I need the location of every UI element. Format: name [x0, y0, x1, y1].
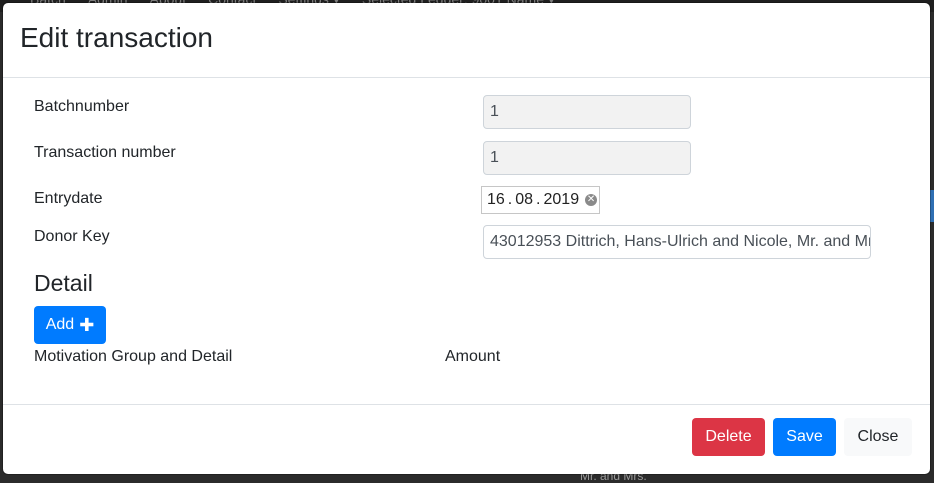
save-button-label: Save: [786, 428, 823, 445]
close-button-label: Close: [857, 428, 899, 445]
modal-title: Edit transaction: [20, 22, 213, 53]
detail-heading: Detail: [34, 270, 93, 296]
date-separator: .: [507, 191, 513, 208]
donor-key-value: 43012953 Dittrich, Hans-Ulrich and Nicol…: [490, 233, 871, 250]
clear-icon[interactable]: ✕: [585, 194, 598, 206]
column-header-amount: Amount: [445, 348, 501, 365]
save-button[interactable]: Save: [773, 418, 836, 456]
add-button-label: Add: [45, 316, 75, 333]
transaction-number-value: 1: [490, 149, 499, 166]
donor-key-input[interactable]: 43012953 Dittrich, Hans-Ulrich and Nicol…: [483, 225, 871, 259]
close-button[interactable]: Close: [844, 418, 912, 456]
entrydate-month[interactable]: 08: [515, 191, 533, 209]
delete-button-label: Delete: [705, 428, 752, 445]
delete-button[interactable]: Delete: [692, 418, 765, 456]
date-separator: .: [536, 191, 541, 208]
backdrop-accent: [930, 190, 934, 222]
modal-header: Edit transaction: [3, 3, 930, 78]
donor-key-label: Donor Key: [34, 228, 110, 245]
batchnumber-field: 1: [483, 95, 691, 129]
entrydate-input[interactable]: 16 . 08 . 2019 ✕: [481, 186, 600, 214]
edit-transaction-dialog: Edit transaction Batchnumber 1 Transacti…: [3, 3, 930, 474]
transaction-number-label: Transaction number: [34, 144, 176, 161]
entrydate-label: Entrydate: [34, 190, 103, 207]
column-header-motivation: Motivation Group and Detail: [34, 348, 233, 365]
batchnumber-value: 1: [490, 103, 499, 120]
plus-icon: ✚: [79, 314, 95, 335]
entrydate-day[interactable]: 16: [487, 191, 505, 209]
add-detail-button[interactable]: Add ✚: [34, 306, 106, 344]
batchnumber-label: Batchnumber: [34, 98, 130, 115]
transaction-number-field: 1: [483, 141, 691, 175]
entrydate-year[interactable]: 2019: [544, 191, 580, 209]
